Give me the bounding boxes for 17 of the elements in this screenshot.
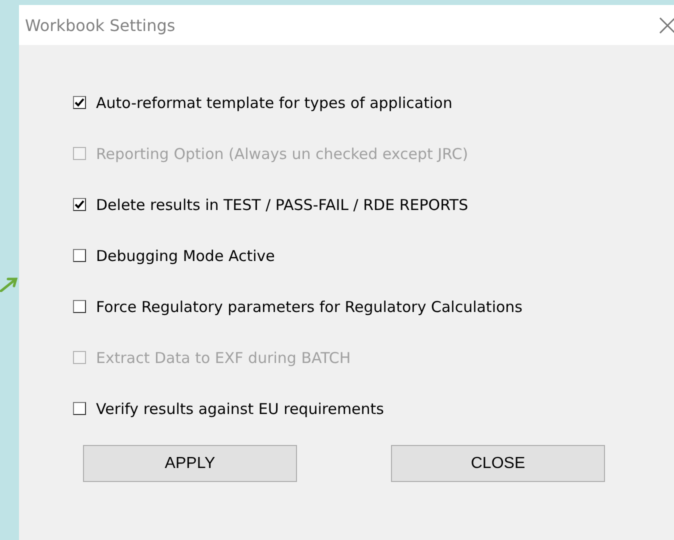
apply-button[interactable]: APPLY bbox=[83, 445, 297, 482]
option-label: Reporting Option (Always un checked except JRC) bbox=[96, 144, 468, 162]
checkbox[interactable] bbox=[73, 300, 86, 313]
window-title: Workbook Settings bbox=[25, 16, 176, 34]
checkbox[interactable] bbox=[73, 402, 86, 415]
option-label: Verify results against EU requirements bbox=[96, 400, 384, 418]
option-label: Debugging Mode Active bbox=[96, 246, 275, 264]
option-label: Auto-reformat template for types of application bbox=[96, 94, 452, 112]
option-label: Delete results in TEST / PASS-FAIL / RDE REPORTS bbox=[96, 196, 468, 214]
option-label: Force Regulatory parameters for Regulatory Calculations bbox=[96, 298, 522, 316]
close-dialog-button[interactable]: CLOSE bbox=[391, 445, 605, 482]
checkbox[interactable] bbox=[73, 249, 86, 262]
checkbox[interactable] bbox=[73, 96, 86, 109]
close-icon[interactable] bbox=[659, 16, 674, 34]
option-label: Extract Data to EXF during BATCH bbox=[96, 348, 351, 366]
arrow-icon bbox=[0, 276, 18, 292]
checkbox[interactable] bbox=[73, 198, 86, 211]
